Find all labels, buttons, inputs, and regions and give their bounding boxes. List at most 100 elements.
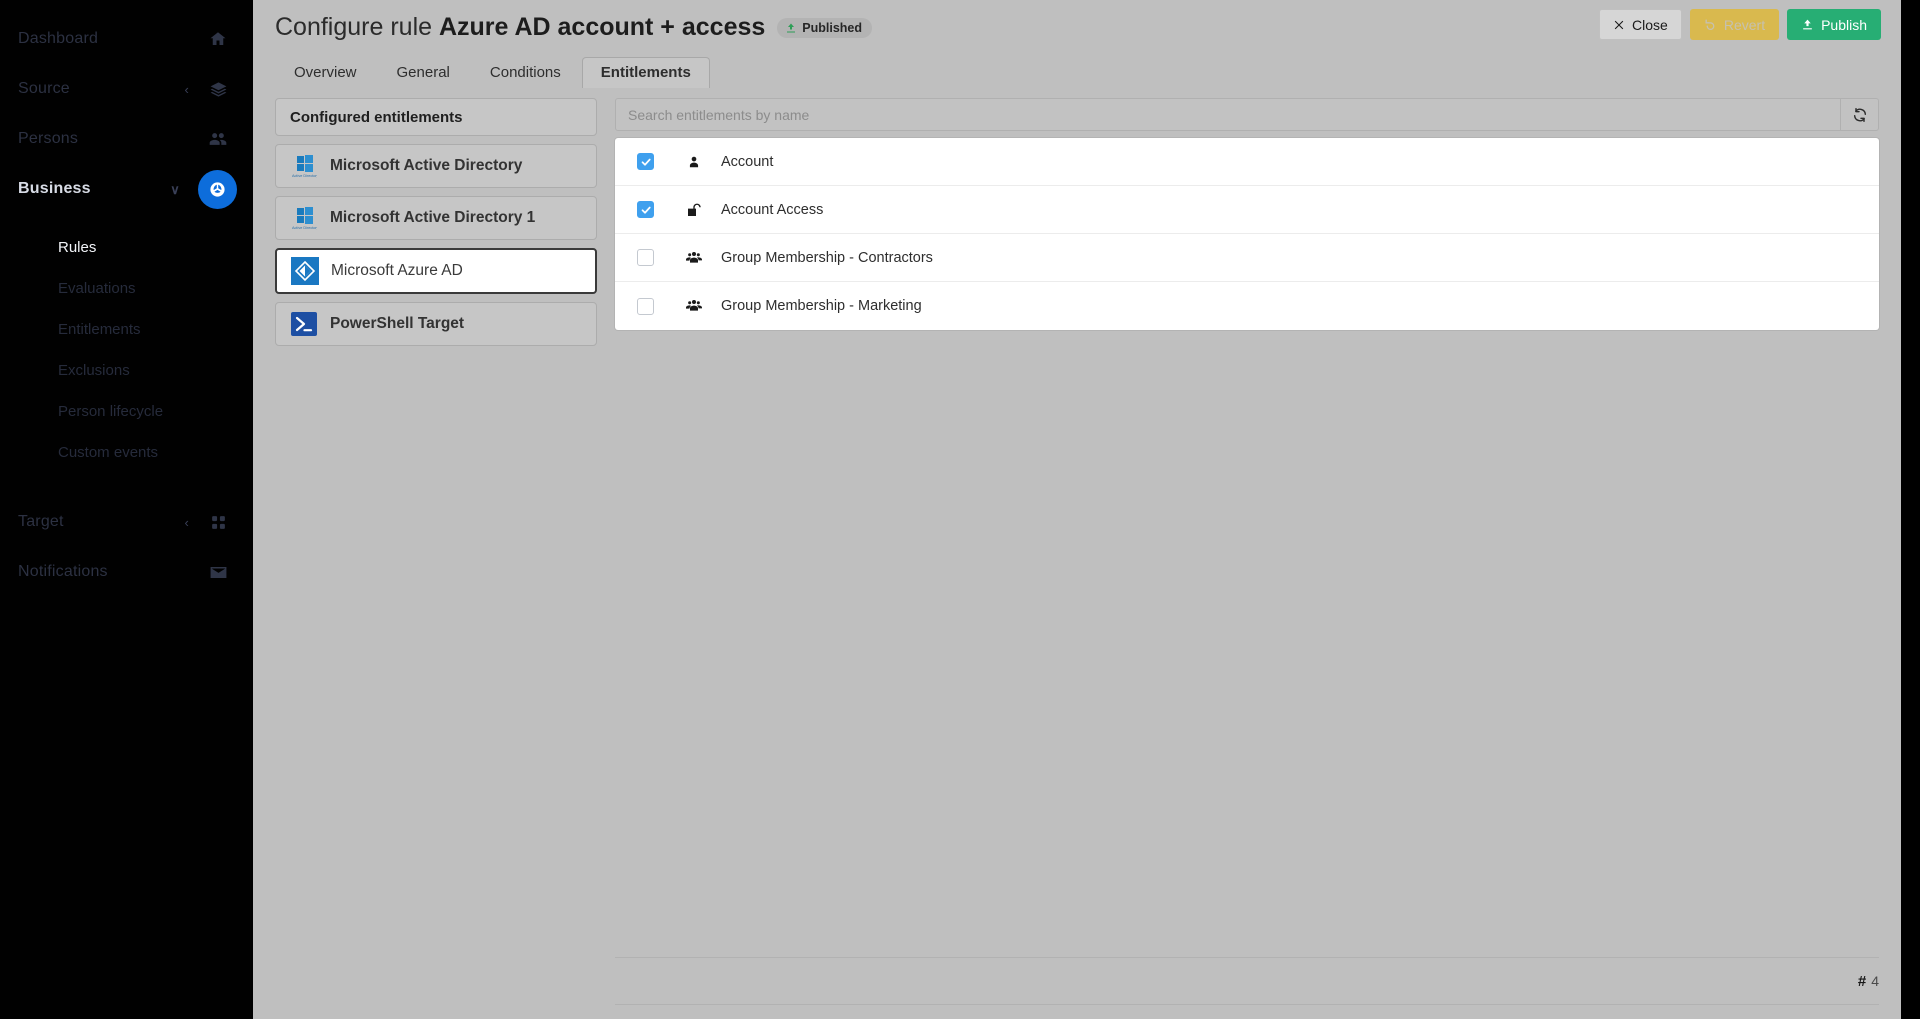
- system-card-microsoft-active-directory[interactable]: Active Directory Microsoft Active Direct…: [275, 144, 597, 188]
- tab-label: General: [396, 64, 450, 81]
- system-card-label: Microsoft Active Directory 1: [330, 209, 536, 226]
- main-sidebar: Dashboard Source ‹ Persons Business ∨ Ru…: [0, 0, 251, 1019]
- powershell-icon: [290, 310, 318, 338]
- sidebar-gap-2: [0, 473, 251, 497]
- system-card-microsoft-azure-ad[interactable]: Microsoft Azure AD: [275, 248, 597, 294]
- entitlement-name: Account Access: [721, 201, 824, 218]
- status-badge: Published: [777, 18, 873, 38]
- envelope-icon: [207, 561, 229, 583]
- entitlement-checkbox[interactable]: [637, 153, 654, 170]
- chevron-down-icon: ∨: [170, 181, 180, 197]
- configured-entitlements-header: Configured entitlements: [275, 98, 597, 136]
- tab-overview[interactable]: Overview: [275, 57, 376, 88]
- sidebar-subitem-label: Entitlements: [58, 321, 141, 338]
- close-x-icon: [1613, 19, 1625, 31]
- publish-button-label: Publish: [1821, 16, 1867, 33]
- svg-text:Active Directory: Active Directory: [292, 174, 317, 178]
- svg-text:Active Directory: Active Directory: [292, 226, 317, 230]
- sidebar-item-label: Business: [18, 180, 91, 197]
- refresh-button[interactable]: [1840, 99, 1878, 130]
- sidebar-item-business[interactable]: Business ∨: [0, 164, 251, 214]
- chevron-left-icon: ‹: [184, 514, 189, 530]
- sidebar-item-target[interactable]: Target ‹: [0, 497, 251, 547]
- upload-icon: [785, 22, 797, 34]
- entitlement-name: Account: [721, 153, 774, 170]
- sidebar-subitem-label: Rules: [58, 239, 97, 256]
- sidebar-item-notifications[interactable]: Notifications: [0, 547, 251, 597]
- result-count-value: 4: [1871, 973, 1879, 989]
- sidebar-item-entitlements[interactable]: Entitlements: [0, 309, 251, 350]
- business-icon: [198, 169, 237, 209]
- sidebar-item-label: Dashboard: [18, 30, 99, 47]
- hash-symbol: #: [1857, 972, 1867, 990]
- active-directory-icon: Active Directory: [290, 204, 318, 232]
- tab-general[interactable]: General: [378, 57, 469, 88]
- unlock-icon: [684, 202, 704, 218]
- dialog-header: Configure rule Azure AD account + access…: [253, 0, 1901, 54]
- home-icon: [207, 28, 229, 50]
- page-title-prefix: Configure rule: [275, 12, 439, 41]
- layers-icon: [207, 78, 229, 100]
- entitlements-panel: Account Account Access: [615, 98, 1879, 1019]
- page-title: Configure rule Azure AD account + access: [275, 13, 765, 42]
- upload-icon: [1801, 18, 1814, 31]
- sidebar-subitem-label: Evaluations: [58, 280, 136, 297]
- sidebar-item-rules[interactable]: Rules: [0, 227, 251, 268]
- sidebar-item-evaluations[interactable]: Evaluations: [0, 268, 251, 309]
- entitlement-row-account[interactable]: Account: [615, 138, 1879, 186]
- footer-divider-bottom: [615, 1004, 1879, 1005]
- entitlement-row-account-access[interactable]: Account Access: [615, 186, 1879, 234]
- tab-conditions[interactable]: Conditions: [471, 57, 580, 88]
- sidebar-subitem-label: Person lifecycle: [58, 403, 164, 420]
- page-title-name: Azure AD account + access: [438, 12, 766, 41]
- sidebar-item-custom-events[interactable]: Custom events: [0, 432, 251, 473]
- app-root: Dashboard Source ‹ Persons Business ∨ Ru…: [0, 0, 1920, 1019]
- entitlements-list: Account Account Access Group Membership …: [615, 138, 1879, 330]
- revert-button[interactable]: Revert: [1689, 9, 1780, 40]
- dialog-tabs: Overview General Conditions Entitlements: [253, 54, 1901, 88]
- tab-label: Overview: [294, 64, 357, 81]
- sidebar-item-exclusions[interactable]: Exclusions: [0, 350, 251, 391]
- azure-ad-icon: [291, 257, 319, 285]
- group-icon: [684, 298, 704, 314]
- entitlement-row-group-membership-contractors[interactable]: Group Membership - Contractors: [615, 234, 1879, 282]
- entitlement-checkbox[interactable]: [637, 201, 654, 218]
- sidebar-item-persons[interactable]: Persons: [0, 114, 251, 164]
- undo-icon: [1704, 18, 1717, 31]
- tab-entitlements[interactable]: Entitlements: [581, 57, 710, 88]
- refresh-icon: [1852, 107, 1868, 123]
- sidebar-item-dashboard[interactable]: Dashboard: [0, 14, 251, 64]
- active-directory-icon: Active Directory: [290, 152, 318, 180]
- sidebar-item-source[interactable]: Source ‹: [0, 64, 251, 114]
- publish-button[interactable]: Publish: [1787, 9, 1881, 40]
- sidebar-item-person-lifecycle[interactable]: Person lifecycle: [0, 391, 251, 432]
- result-count: # 4: [615, 958, 1879, 1004]
- system-card-label: PowerShell Target: [330, 315, 465, 332]
- system-card-powershell-target[interactable]: PowerShell Target: [275, 302, 597, 346]
- entitlement-checkbox[interactable]: [637, 249, 654, 266]
- system-card-microsoft-active-directory-1[interactable]: Active Directory Microsoft Active Direct…: [275, 196, 597, 240]
- sidebar-item-label: Target: [18, 513, 64, 530]
- configure-rule-dialog: Configure rule Azure AD account + access…: [253, 0, 1901, 1019]
- entitlement-name: Group Membership - Marketing: [721, 298, 922, 314]
- search-input[interactable]: [616, 99, 1840, 130]
- dialog-header-actions: Close Revert Publish: [1599, 9, 1881, 40]
- person-icon: [684, 154, 704, 170]
- sidebar-subitem-label: Custom events: [58, 444, 159, 461]
- status-badge-label: Published: [802, 21, 863, 35]
- dialog-body: Configured entitlements Active Directory…: [253, 88, 1901, 1019]
- entitlement-row-group-membership-marketing[interactable]: Group Membership - Marketing: [615, 282, 1879, 330]
- system-card-label: Microsoft Azure AD: [331, 262, 463, 279]
- revert-button-label: Revert: [1723, 16, 1766, 33]
- close-button-label: Close: [1632, 16, 1668, 33]
- sidebar-item-label: Persons: [18, 130, 79, 147]
- close-button[interactable]: Close: [1599, 9, 1682, 40]
- people-icon: [207, 128, 229, 150]
- entitlement-checkbox[interactable]: [637, 297, 654, 315]
- search-bar: [615, 98, 1879, 131]
- sidebar-item-label: Source: [18, 80, 70, 97]
- grid-icon: [207, 511, 229, 533]
- tab-label: Entitlements: [600, 64, 691, 81]
